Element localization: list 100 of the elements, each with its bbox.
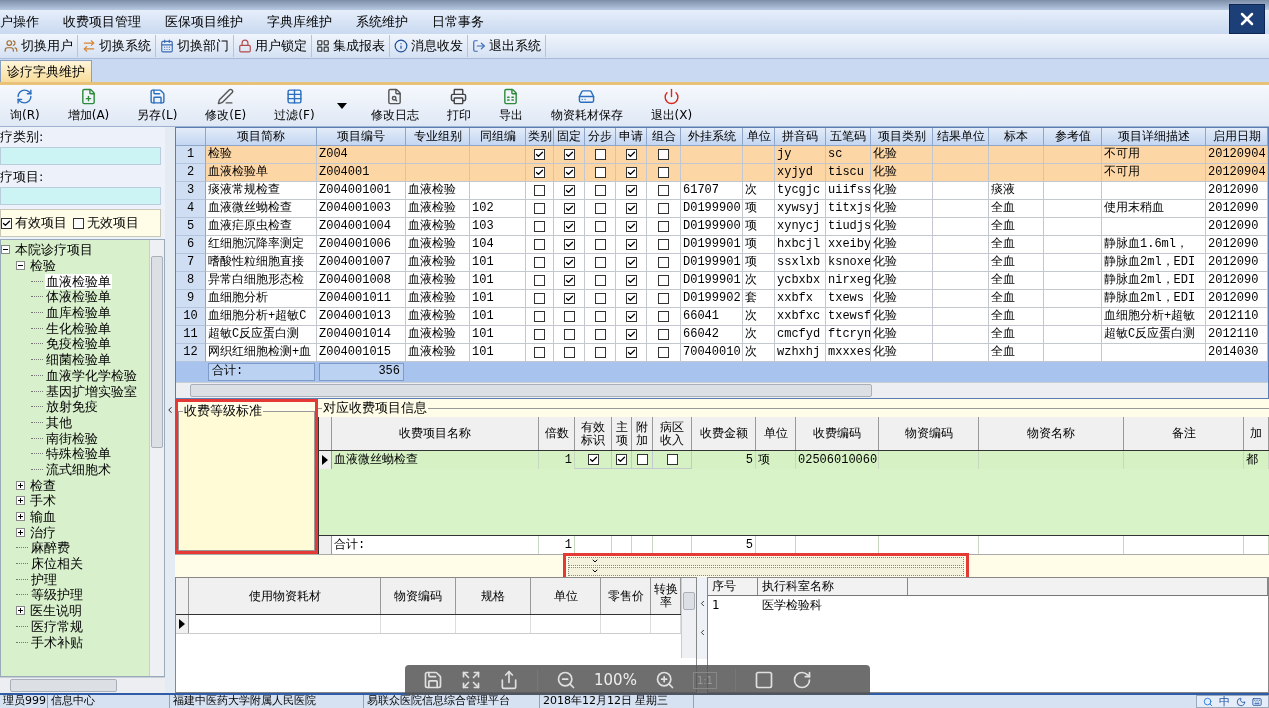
column-header[interactable]: 参考值	[1044, 128, 1102, 146]
checkbox[interactable]	[616, 454, 627, 465]
tree-item[interactable]: 麻醉费	[30, 540, 71, 556]
column-header[interactable]: 启用日期	[1206, 128, 1268, 146]
column-header[interactable]: 项目详细描述	[1102, 128, 1206, 146]
checkbox[interactable]	[534, 203, 545, 214]
action-button[interactable]: 物资耗材保存	[540, 85, 633, 126]
moon-icon[interactable]	[1236, 696, 1246, 707]
table-row[interactable]: 11 超敏C反应蛋白测 Z004001014 血液检验 101 66042 次 cmcfyd ftcryn 化验 全血 超敏C反应蛋白测 2012110	[176, 326, 1268, 344]
checkbox[interactable]	[534, 311, 545, 322]
splitter-handle[interactable]	[568, 556, 964, 566]
ime-mode[interactable]: 中	[1219, 696, 1230, 707]
column-header[interactable]: 倍数	[539, 417, 575, 450]
input-field[interactable]	[0, 147, 161, 165]
checkbox[interactable]	[534, 185, 545, 196]
checkbox[interactable]	[625, 203, 637, 214]
expand-icon[interactable]	[16, 496, 25, 506]
column-header[interactable]: 分步	[585, 128, 616, 146]
checkbox[interactable]	[534, 293, 545, 304]
checkbox[interactable]	[1, 217, 12, 229]
tree-item[interactable]: 治疗	[29, 524, 57, 540]
save-icon[interactable]	[423, 670, 443, 690]
tree-item[interactable]: 流式细胞术	[45, 461, 112, 477]
checkbox[interactable]	[594, 257, 606, 268]
checkbox[interactable]	[658, 293, 669, 304]
column-header[interactable]: 零售价	[601, 578, 651, 614]
menu-item[interactable]: 医保项目维护	[153, 13, 255, 31]
tree-item[interactable]: 床位相关	[30, 556, 84, 572]
action-button[interactable]: 过滤(F)	[264, 85, 325, 126]
column-header[interactable]: 使用物资耗材	[189, 578, 381, 614]
tree-item[interactable]: 手术补贴	[30, 634, 84, 650]
column-header[interactable]: 执行科室名称	[758, 578, 908, 595]
tree-item[interactable]: 其他	[45, 414, 73, 430]
checkbox[interactable]	[563, 293, 575, 304]
table-row[interactable]: 4 血液微丝蚴检查 Z004001003 血液检验 102 D0199900 项 xywsyj titxjs 化验 全血 使用末稍血 2012090	[176, 200, 1268, 218]
menu-item[interactable]: 字典库维护	[255, 13, 344, 31]
checkbox[interactable]	[625, 221, 637, 232]
checkbox[interactable]	[594, 347, 606, 358]
expand-icon[interactable]	[16, 480, 25, 490]
checkbox[interactable]	[658, 185, 669, 196]
checkbox[interactable]	[587, 454, 599, 465]
checkbox[interactable]	[658, 149, 669, 160]
checkbox[interactable]	[563, 275, 575, 286]
checkbox[interactable]	[658, 257, 669, 268]
column-header[interactable]: 五笔码	[826, 128, 871, 146]
table-row[interactable]: 1 检验 Z004 jy sc 化验 不可用 20120904	[176, 146, 1268, 164]
column-header[interactable]: 类别	[526, 128, 554, 146]
checkbox[interactable]	[636, 454, 648, 465]
expand-icon[interactable]	[16, 512, 25, 522]
close-button[interactable]	[1229, 4, 1265, 34]
keyboard-icon[interactable]	[1252, 696, 1262, 707]
table-row[interactable]: 9 血细胞分析 Z004001011 血液检验 101 D0199902 套 xxbfx txews 化验 全血 静脉血2ml，EDI 2012090	[176, 290, 1268, 308]
tree-item[interactable]: 输血	[29, 509, 57, 525]
checkbox[interactable]	[658, 221, 669, 232]
table-row[interactable]: 12 网织红细胞检测+血 Z004001015 血液检验 101 70040010 次 wzhxhj mxxxes 化验 全血 2014030	[176, 344, 1268, 362]
checkbox[interactable]	[625, 149, 637, 160]
zoom-out-icon[interactable]	[556, 670, 576, 690]
column-header[interactable]: 固定	[554, 128, 585, 146]
tree-item[interactable]: 特殊检验单	[45, 446, 112, 462]
checkbox[interactable]	[625, 347, 637, 358]
checkbox[interactable]	[563, 239, 575, 250]
tree-item[interactable]: 血液学化学检验	[45, 367, 138, 383]
toolbar-button[interactable]: 消息收发	[390, 35, 468, 57]
action-button[interactable]: 询(R)	[0, 85, 50, 126]
checkbox-option[interactable]: 有效项目	[1, 214, 67, 232]
collapse-icon[interactable]	[16, 261, 25, 271]
column-header[interactable]: 拼音码	[775, 128, 826, 146]
checkbox[interactable]	[594, 311, 606, 322]
checkbox[interactable]	[594, 167, 606, 178]
checkbox[interactable]	[625, 293, 637, 304]
checkbox[interactable]	[625, 329, 637, 340]
checkbox[interactable]	[594, 329, 606, 340]
checkbox[interactable]	[534, 347, 545, 358]
checkbox[interactable]	[666, 454, 678, 465]
tree-item[interactable]: 检验	[29, 258, 57, 274]
column-header[interactable]: 标本	[989, 128, 1044, 146]
column-header[interactable]: 附加	[633, 420, 651, 447]
toolbar-button[interactable]: 切换部门	[156, 35, 234, 57]
scroll-thumb[interactable]	[10, 679, 117, 692]
column-header[interactable]: 外挂系统	[681, 128, 743, 146]
rotate-icon[interactable]	[792, 670, 812, 690]
checkbox[interactable]	[563, 347, 575, 358]
checkbox[interactable]	[563, 149, 575, 160]
column-header[interactable]: 同组编	[470, 128, 526, 146]
column-header[interactable]: 单位	[531, 578, 601, 614]
action-button[interactable]: 另存(L)	[127, 85, 188, 126]
tree-item[interactable]: 放射免疫	[45, 399, 99, 415]
scrollbar[interactable]	[0, 677, 165, 693]
tab[interactable]: 诊疗字典维护	[0, 60, 92, 82]
splitter-handle[interactable]	[568, 566, 964, 576]
checkbox[interactable]	[658, 311, 669, 322]
checkbox[interactable]	[563, 311, 575, 322]
menu-item[interactable]: 日常事务	[420, 13, 496, 31]
column-header[interactable]: 有效标识	[581, 420, 605, 447]
checkbox[interactable]	[625, 257, 637, 268]
tree-item[interactable]: 细菌检验单	[45, 352, 112, 368]
action-button[interactable]: 导出	[488, 85, 533, 126]
checkbox[interactable]	[563, 203, 575, 214]
column-header[interactable]: 单位	[743, 128, 775, 146]
checkbox[interactable]	[594, 293, 606, 304]
